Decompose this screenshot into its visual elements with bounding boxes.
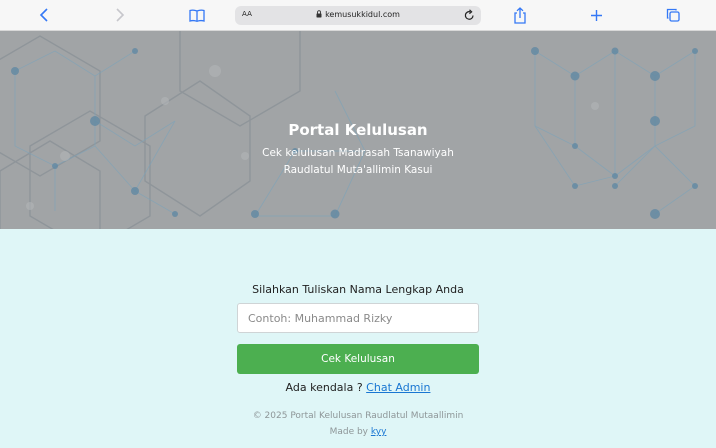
name-label: Silahkan Tuliskan Nama Lengkap Anda	[252, 283, 464, 296]
url-text: kemusukkidul.com	[325, 10, 400, 19]
share-icon[interactable]	[511, 5, 529, 25]
help-text: Ada kendala ?	[285, 381, 367, 394]
bookmarks-icon[interactable]	[187, 5, 207, 25]
back-icon[interactable]	[36, 5, 52, 25]
reload-icon[interactable]	[464, 9, 475, 23]
name-input[interactable]	[237, 303, 479, 333]
new-tab-icon[interactable]	[587, 5, 605, 25]
check-graduation-button[interactable]: Cek Kelulusan	[237, 344, 479, 374]
footer: © 2025 Portal Kelulusan Raudlatul Mutaal…	[0, 408, 716, 440]
chat-admin-link[interactable]: Chat Admin	[366, 381, 430, 394]
help-line: Ada kendala ? Chat Admin	[237, 381, 479, 394]
hero-subtitle-line-2: Raudlatul Muta'allimin Kasui	[283, 164, 433, 176]
forward-icon[interactable]	[112, 5, 128, 25]
page-title: Portal Kelulusan	[288, 121, 428, 139]
lock-icon	[316, 10, 322, 20]
hero-banner: Portal Kelulusan Cek kelulusan Madrasah …	[0, 31, 716, 229]
made-by-text: Made by	[329, 427, 371, 437]
address-bar[interactable]: AA kemusukkidul.com	[235, 6, 481, 25]
tabs-icon[interactable]	[664, 5, 682, 25]
hero-subtitle-line-1: Cek kelulusan Madrasah Tsanawiyah	[262, 147, 454, 159]
author-link[interactable]: kyy	[371, 427, 387, 437]
graduation-check-form: Silahkan Tuliskan Nama Lengkap Anda Cek …	[237, 283, 479, 394]
copyright-text: © 2025 Portal Kelulusan Raudlatul Mutaal…	[252, 411, 464, 421]
browser-toolbar: AA kemusukkidul.com	[0, 0, 716, 31]
made-by-line: Made by kyy	[0, 424, 716, 440]
